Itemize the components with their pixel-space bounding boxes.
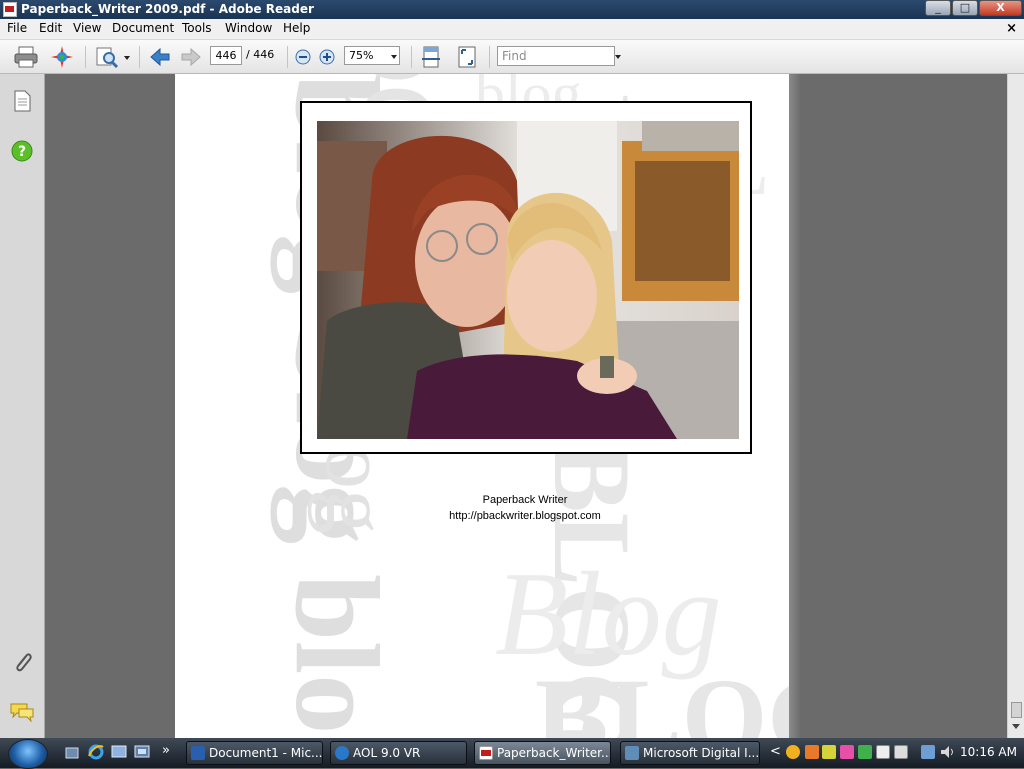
quick-launch-more-icon[interactable]: »	[162, 743, 170, 758]
word-icon	[191, 746, 205, 760]
pdf-page: blog blog blo blog BLOG BLOG BLOG BLOG B…	[175, 74, 789, 738]
find-input[interactable]: Find	[497, 46, 615, 66]
task-adobe-reader[interactable]: Paperback_Writer...	[474, 741, 611, 765]
vertical-scrollbar[interactable]	[1007, 74, 1024, 738]
task-digital-image[interactable]: Microsoft Digital I...	[620, 741, 760, 765]
task-aol[interactable]: AOL 9.0 VR	[330, 741, 467, 765]
taskbar: » Document1 - Mic... AOL 9.0 VR Paperbac…	[0, 738, 1024, 769]
find-dropdown-icon[interactable]	[124, 56, 130, 60]
fit-width-icon[interactable]	[421, 46, 441, 68]
tray-network-icon[interactable]	[822, 745, 836, 759]
start-button[interactable]	[8, 739, 48, 769]
quick-launch-window-icon[interactable]	[111, 745, 127, 759]
pdf-app-icon	[3, 2, 17, 17]
task-document1[interactable]: Document1 - Mic...	[186, 741, 323, 765]
find-options-dropdown-icon[interactable]	[615, 55, 621, 59]
tray-flower-icon[interactable]	[840, 745, 854, 759]
tray-one-icon[interactable]	[858, 745, 872, 759]
internet-explorer-icon[interactable]	[88, 744, 104, 760]
show-desktop-icon[interactable]	[65, 746, 79, 760]
window-title: Paperback_Writer 2009.pdf - Adobe Reader	[21, 2, 314, 16]
print-icon[interactable]	[14, 46, 38, 68]
menu-view[interactable]: View	[73, 21, 101, 35]
window-controls: _ □ X	[924, 0, 1022, 17]
family-photo	[317, 121, 739, 439]
attachments-icon[interactable]	[11, 650, 33, 674]
quick-launch-switch-icon[interactable]	[134, 745, 150, 759]
toolbar-separator	[287, 46, 288, 68]
menu-help[interactable]: Help	[283, 21, 310, 35]
previous-page-icon[interactable]	[150, 47, 170, 67]
photo-caption: Paperback Writer http://pbackwriter.blog…	[175, 492, 789, 524]
document-close-icon[interactable]: ×	[1006, 21, 1017, 36]
svg-text:?: ?	[18, 144, 26, 160]
title-bar: Paperback_Writer 2009.pdf - Adobe Reader…	[0, 0, 1024, 19]
scrollbar-thumb[interactable]	[1011, 702, 1022, 718]
task-label: AOL 9.0 VR	[353, 746, 421, 760]
digital-image-icon	[625, 746, 639, 760]
photo-frame	[300, 101, 752, 454]
menu-edit[interactable]: Edit	[39, 21, 62, 35]
tray-font-icon[interactable]	[876, 745, 890, 759]
task-label: Paperback_Writer...	[497, 746, 611, 760]
pages-icon[interactable]	[12, 90, 32, 112]
collaborate-icon[interactable]	[50, 45, 74, 69]
tray-aim-icon[interactable]	[786, 745, 800, 759]
document-view[interactable]: blog blog blo blog BLOG BLOG BLOG BLOG B…	[45, 74, 1007, 738]
tray-safely-remove-icon[interactable]	[894, 745, 908, 759]
page-shadow	[789, 74, 801, 738]
tray-expand-icon[interactable]: <	[770, 744, 781, 759]
task-label: Microsoft Digital I...	[643, 746, 760, 760]
menu-tools[interactable]: Tools	[182, 21, 212, 35]
page-number-input[interactable]: 446	[210, 46, 242, 65]
toolbar-separator	[85, 46, 86, 68]
svg-text:BLOG: BLOG	[535, 656, 789, 738]
aol-icon	[335, 746, 349, 760]
caption-title: Paperback Writer	[482, 494, 568, 506]
fit-page-icon[interactable]	[457, 46, 477, 68]
volume-icon[interactable]	[940, 745, 956, 759]
toolbar-separator	[489, 46, 490, 68]
pdf-icon	[479, 746, 493, 760]
zoom-in-icon[interactable]	[319, 49, 335, 65]
menu-document[interactable]: Document	[112, 21, 174, 35]
tray-network-connection-icon[interactable]	[921, 745, 935, 759]
tray-app-icon[interactable]	[805, 745, 819, 759]
comments-icon[interactable]	[9, 702, 35, 722]
minimize-button[interactable]: _	[925, 0, 951, 16]
clock[interactable]: 10:16 AM	[960, 745, 1017, 759]
menu-bar: File Edit View Document Tools Window Hel…	[0, 19, 1024, 40]
toolbar-separator	[139, 46, 140, 68]
total-pages: / 446	[246, 48, 275, 61]
navigation-panel: ?	[0, 74, 45, 738]
toolbar-separator	[411, 46, 412, 68]
caption-url: http://pbackwriter.blogspot.com	[449, 510, 601, 522]
menu-window[interactable]: Window	[225, 21, 272, 35]
maximize-button[interactable]: □	[952, 0, 978, 16]
close-button[interactable]: X	[979, 0, 1022, 16]
zoom-out-icon[interactable]	[295, 49, 311, 65]
next-page-icon[interactable]	[181, 47, 201, 67]
find-pages-icon[interactable]	[95, 46, 119, 68]
menu-file[interactable]: File	[7, 21, 27, 35]
toolbar: 446 / 446 75% Find	[0, 40, 1024, 74]
scroll-down-arrow-icon[interactable]	[1012, 724, 1020, 729]
zoom-dropdown-icon[interactable]	[391, 55, 397, 59]
help-icon[interactable]: ?	[11, 140, 33, 162]
task-label: Document1 - Mic...	[209, 746, 323, 760]
